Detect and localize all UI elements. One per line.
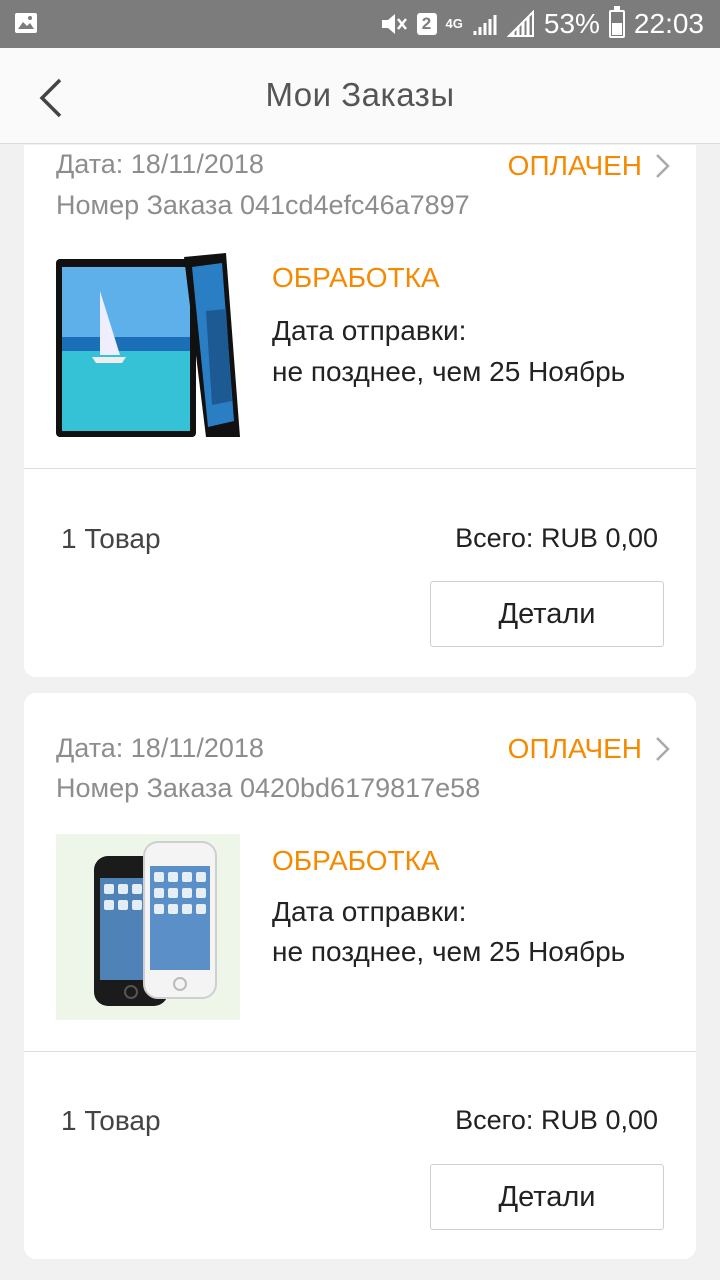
chevron-right-icon[interactable] [654,152,672,180]
ship-date: не позднее, чем 25 Ноябрь [272,356,626,387]
battery-icon [608,6,625,38]
details-button[interactable]: Детали [430,581,664,647]
ship-label: Дата отправки: [272,315,467,346]
payment-status[interactable]: ОПЛАЧЕН [508,733,642,765]
order-status: ОБРАБОТКА [272,845,440,876]
signal-icon [472,11,498,37]
orders-list[interactable]: Дата: 18/11/2018 Номер Заказа 041cd4efc4… [0,145,720,1280]
order-card[interactable]: Дата: 18/11/2018 Номер Заказа 0420bd6179… [24,693,696,1259]
order-number: Номер Заказа 0420bd6179817e58 [56,773,481,803]
item-count: 1 Товар [61,1105,161,1136]
order-number: Номер Заказа 041cd4efc46a7897 [56,190,470,220]
payment-status[interactable]: ОПЛАЧЕН [508,150,642,182]
sim-badge-icon: 2 [416,13,437,35]
chevron-right-icon[interactable] [654,735,672,763]
divider [24,1051,696,1052]
product-image-tablet[interactable] [56,251,240,437]
details-button[interactable]: Детали [430,1164,664,1230]
signal-icon-2 [506,10,535,38]
status-bar: 2 4G 53% 22:03 [0,0,720,48]
ship-label: Дата отправки: [272,896,467,927]
order-total: Всего: RUB 0,00 [455,523,658,553]
order-date: Дата: 18/11/2018 [56,149,264,179]
product-image-phone[interactable] [56,834,240,1020]
order-card[interactable]: Дата: 18/11/2018 Номер Заказа 041cd4efc4… [24,145,696,677]
page-title: Мои Заказы [265,76,455,113]
ship-date: не позднее, чем 25 Ноябрь [272,936,626,967]
network-type-label: 4G [445,16,463,31]
divider [24,468,696,469]
order-total: Всего: RUB 0,00 [455,1105,658,1135]
app-bar: Мои Заказы [0,48,720,144]
order-date: Дата: 18/11/2018 [56,733,264,763]
battery-percent: 53% [543,8,600,39]
mute-icon [380,11,408,37]
gallery-notification-icon [14,11,38,35]
clock: 22:03 [633,8,704,39]
order-status: ОБРАБОТКА [272,262,440,293]
item-count: 1 Товар [61,523,161,554]
